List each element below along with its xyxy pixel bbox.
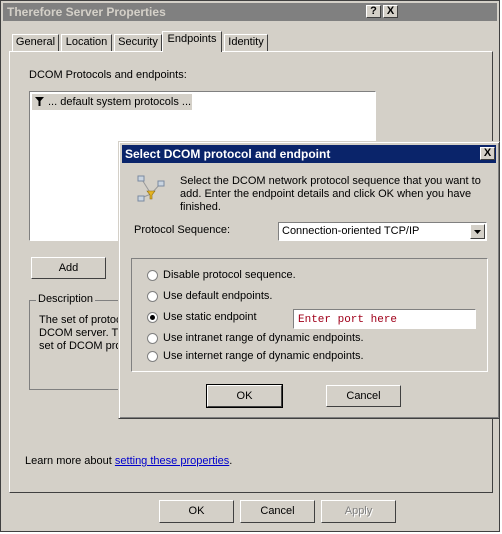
tab-location[interactable]: Location <box>61 34 112 51</box>
list-item[interactable]: ... default system protocols ... <box>32 94 192 110</box>
description-legend: Description <box>36 293 96 305</box>
learn-more-end: . <box>229 455 233 467</box>
radio-intranet-range[interactable] <box>147 333 158 344</box>
description-line: set of DCOM prot <box>39 340 125 352</box>
tab-identity[interactable]: Identity <box>224 34 268 51</box>
dialog-close-icon[interactable]: X <box>480 147 495 160</box>
help-button[interactable]: ? <box>366 5 381 18</box>
radio-static-endpoint[interactable] <box>147 312 158 323</box>
protocol-sequence-value: Connection-oriented TCP/IP <box>282 225 420 237</box>
ok-button[interactable]: OK <box>159 500 234 523</box>
add-button[interactable]: Add <box>31 257 106 279</box>
dialog-cancel-button[interactable]: Cancel <box>326 385 401 407</box>
description-line: DCOM server. Th <box>39 327 125 339</box>
tab-endpoints[interactable]: Endpoints <box>162 31 222 52</box>
setting-properties-link[interactable]: setting these properties <box>115 455 229 467</box>
description-line: The set of protoc <box>39 314 122 326</box>
close-icon[interactable]: X <box>383 5 398 18</box>
option-disable-label[interactable]: Disable protocol sequence. <box>163 269 296 281</box>
option-intranet-label[interactable]: Use intranet range of dynamic endpoints. <box>163 332 364 344</box>
dialog-instructions: Select the DCOM network protocol sequenc… <box>180 175 481 213</box>
radio-internet-range[interactable] <box>147 351 158 362</box>
protocols-label: DCOM Protocols and endpoints: <box>29 69 187 81</box>
dialog-ok-button[interactable]: OK <box>206 384 283 408</box>
apply-button[interactable]: Apply <box>321 500 396 523</box>
protocol-icon <box>35 97 44 106</box>
main-window-title: Therefore Server Properties <box>7 5 166 19</box>
dropdown-button[interactable] <box>470 224 485 239</box>
option-default-label[interactable]: Use default endpoints. <box>163 290 272 302</box>
description-text: The set of protoc DCOM server. Th set of… <box>39 314 125 353</box>
learn-more-row: Learn more about setting these propertie… <box>25 455 232 467</box>
dialog-title-bar: Select DCOM protocol and endpoint <box>122 145 496 163</box>
protocol-item-label: ... default system protocols ... <box>48 96 192 108</box>
radio-default-endpoints[interactable] <box>147 291 158 302</box>
cancel-button[interactable]: Cancel <box>240 500 315 523</box>
radio-disable[interactable] <box>147 270 158 281</box>
chevron-down-icon <box>474 230 481 234</box>
tab-security[interactable]: Security <box>114 34 162 51</box>
protocol-sequence-select[interactable]: Connection-oriented TCP/IP <box>278 222 487 241</box>
option-static-label[interactable]: Use static endpoint <box>163 311 257 323</box>
main-title-bar: Therefore Server Properties <box>3 3 497 21</box>
option-internet-label[interactable]: Use internet range of dynamic endpoints. <box>163 350 364 362</box>
port-input[interactable] <box>293 309 476 329</box>
protocol-sequence-label: Protocol Sequence: <box>134 224 231 236</box>
dialog-title: Select DCOM protocol and endpoint <box>125 147 331 161</box>
tab-general[interactable]: General <box>12 34 59 51</box>
learn-more-text: Learn more about <box>25 455 115 467</box>
network-protocol-icon <box>137 175 165 202</box>
select-protocol-dialog: Select DCOM protocol and endpoint X Sele… <box>118 141 500 419</box>
